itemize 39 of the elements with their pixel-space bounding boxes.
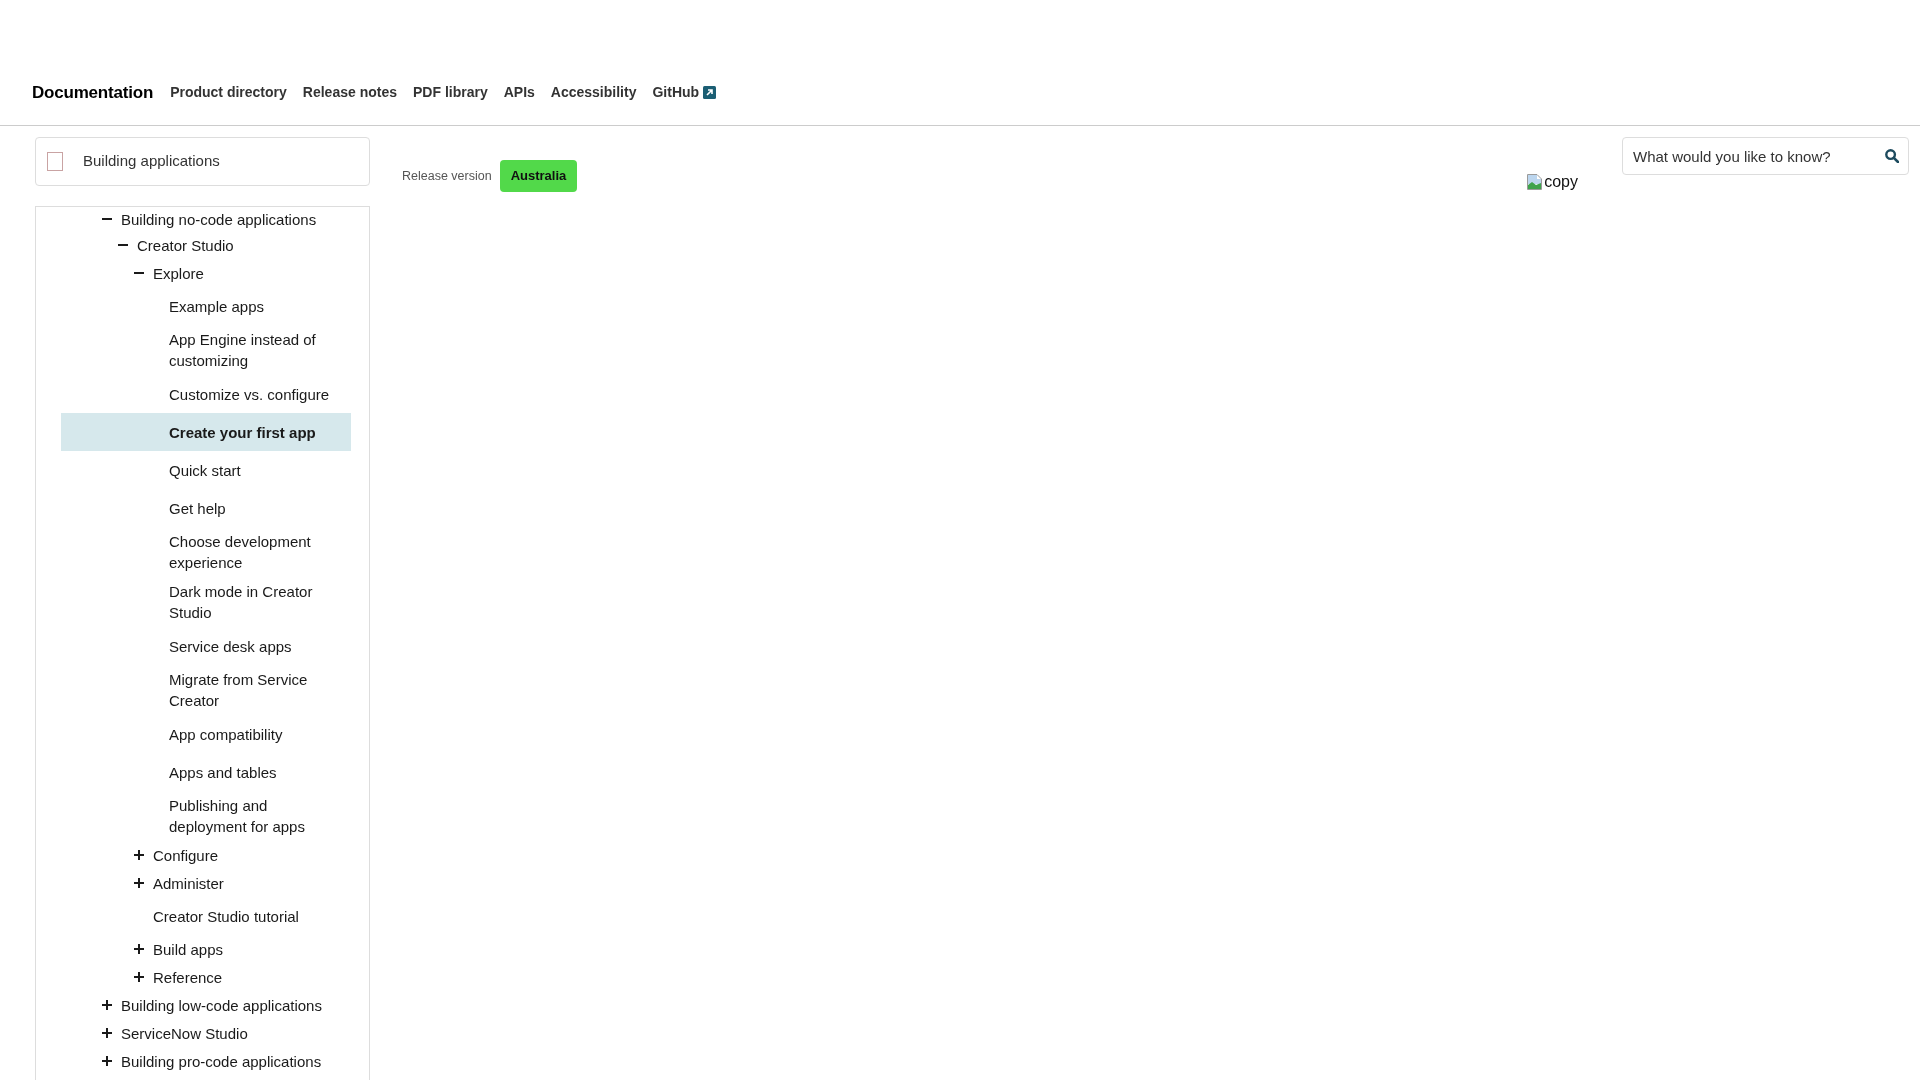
search-icon[interactable] bbox=[1885, 149, 1899, 163]
tree-item[interactable]: ServiceNow Studio bbox=[102, 1022, 248, 1044]
nav-link[interactable]: APIs bbox=[503, 82, 535, 104]
tree-item[interactable]: Building low-code applications bbox=[102, 994, 322, 1016]
tree-item[interactable]: Choose development experience bbox=[169, 531, 339, 573]
tree-item[interactable]: App Engine instead of customizing bbox=[169, 329, 339, 371]
tree-item[interactable]: Building no-code applications bbox=[102, 208, 317, 230]
tree-item[interactable]: Building pro-code applications bbox=[102, 1050, 322, 1072]
release-version-label: Release version bbox=[402, 167, 492, 185]
tree-item[interactable]: Quick start bbox=[169, 459, 241, 481]
release-version-button[interactable]: Australia bbox=[499, 160, 578, 192]
tree-item[interactable]: Creator Studio tutorial bbox=[153, 905, 299, 927]
nav-link[interactable]: Accessibility bbox=[550, 82, 637, 104]
site-title-link[interactable]: Documentation bbox=[32, 80, 154, 106]
tree-item[interactable]: Customize vs. configure bbox=[169, 383, 330, 405]
tree-item[interactable]: Apps and tables bbox=[169, 761, 277, 783]
tree-item[interactable]: Dark mode in Creator Studio bbox=[169, 581, 339, 623]
tree-item[interactable]: Create your first app bbox=[169, 421, 316, 443]
tree-item[interactable]: Creator Studio bbox=[118, 234, 234, 256]
tree-item[interactable]: Administer bbox=[134, 872, 224, 894]
tree-item[interactable]: Explore bbox=[134, 262, 204, 284]
tree-item[interactable]: Migrate from Service Creator bbox=[169, 669, 339, 711]
tree-item[interactable]: Service desk apps bbox=[169, 635, 292, 657]
tree-item[interactable]: Reference bbox=[134, 966, 223, 988]
search-field[interactable]: What would you like to know? bbox=[1622, 137, 1909, 175]
nav-link[interactable]: PDF library bbox=[413, 82, 488, 104]
nav-link[interactable]: GitHub bbox=[652, 82, 717, 104]
nav-link[interactable]: Product directory bbox=[170, 82, 287, 104]
tree-item[interactable]: Build apps bbox=[134, 938, 224, 960]
broken-image-icon bbox=[1527, 174, 1543, 190]
tree-item[interactable]: Configure bbox=[134, 844, 219, 866]
tree-item[interactable]: Example apps bbox=[169, 295, 265, 317]
section-title: Building applications bbox=[83, 151, 220, 172]
image-alt-text: copy bbox=[1544, 172, 1578, 192]
tree-item[interactable]: App compatibility bbox=[169, 723, 283, 745]
nav-link[interactable]: Release notes bbox=[302, 82, 397, 104]
square-icon bbox=[47, 152, 63, 171]
tree-item[interactable]: Publishing and deployment for apps bbox=[169, 795, 339, 837]
tree-item[interactable]: Get help bbox=[169, 497, 226, 519]
